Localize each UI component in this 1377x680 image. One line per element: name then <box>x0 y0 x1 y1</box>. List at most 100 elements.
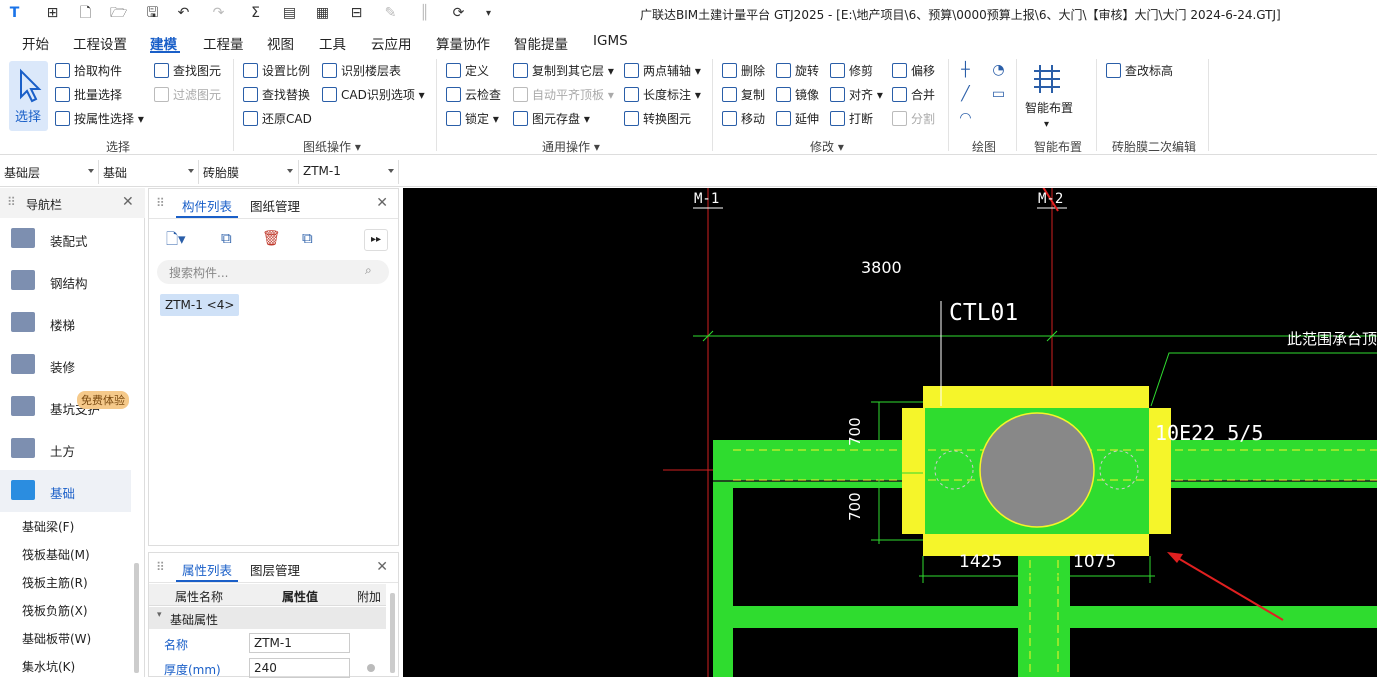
customize-caret-icon[interactable]: ▾ <box>480 5 497 22</box>
extend-button[interactable]: 延伸 <box>776 109 819 129</box>
move-button[interactable]: 移动 <box>722 109 765 129</box>
split-button[interactable]: 分割 <box>892 109 935 129</box>
arc-draw-icon[interactable]: ◠ <box>957 110 974 127</box>
redo-icon[interactable]: ↷ <box>210 5 227 22</box>
search-input[interactable]: 搜索构件... ⌕ <box>157 260 389 284</box>
nav-item-foundation[interactable]: 基础 <box>0 470 131 512</box>
close-icon[interactable]: ✕ <box>376 559 388 575</box>
grid-icon[interactable]: ▦ <box>314 5 331 22</box>
sub-item-slab-strip[interactable]: 基础板带(W) <box>22 630 91 647</box>
rotate-button[interactable]: 旋转 <box>776 61 819 81</box>
cad-recognition-options-button[interactable]: CAD识别选项 ▾ <box>322 85 425 105</box>
break-button[interactable]: 打断 <box>830 109 873 129</box>
section-row[interactable]: ▾ 基础属性 <box>149 607 386 629</box>
tab-quantities[interactable]: 工程量 <box>203 33 244 53</box>
batch-select-button[interactable]: 批量选择 <box>55 85 122 105</box>
line-draw-icon[interactable]: ╱ <box>957 86 974 103</box>
copy-to-other-floor-button[interactable]: 复制到其它层 ▾ <box>513 61 614 81</box>
nav-item-steel[interactable]: 钢结构 <box>0 260 131 302</box>
expand-icon[interactable]: ▸▸ <box>364 229 388 251</box>
pick-component-button[interactable]: 拾取构件 <box>55 61 122 81</box>
rectangle-draw-icon[interactable]: ▭ <box>990 86 1007 103</box>
tab-start[interactable]: 开始 <box>22 33 49 53</box>
new-component-icon[interactable]: 🗋▾ <box>166 229 186 254</box>
sub-item-raft-neg-rebar[interactable]: 筏板负筋(X) <box>22 602 88 619</box>
sync-icon[interactable]: ⟳ <box>450 5 467 22</box>
open-folder-icon[interactable]: 🗁 <box>110 5 127 22</box>
length-dimension-button[interactable]: 长度标注 ▾ <box>624 85 701 105</box>
tab-component-list[interactable]: 构件列表 <box>182 196 232 215</box>
cloud-check-button[interactable]: 云检查 <box>446 85 501 105</box>
extra-checkbox[interactable] <box>367 664 375 672</box>
cad-drawing-canvas[interactable]: M-1 M-2 3800 CTL01 此范围承台顶标高 10E22 5/5 70… <box>403 188 1377 677</box>
define-button[interactable]: 定义 <box>446 61 489 81</box>
tab-igms[interactable]: IGMS <box>593 33 628 49</box>
copy-icon[interactable]: ⧉ <box>302 229 313 247</box>
circle-draw-icon[interactable]: ◔ <box>990 62 1007 79</box>
new-file-icon[interactable]: 🗋 <box>77 5 94 22</box>
scrollbar[interactable] <box>134 563 139 673</box>
close-icon[interactable]: ✕ <box>376 195 388 211</box>
nav-item-stairs[interactable]: 楼梯 <box>0 302 131 344</box>
recognize-layers-button[interactable]: 识别楼层表 <box>322 61 401 81</box>
sub-item-sump[interactable]: 集水坑(K) <box>22 658 75 675</box>
tab-collaboration[interactable]: 算量协作 <box>436 33 490 53</box>
duplicate-icon[interactable]: ⧉ <box>221 229 232 247</box>
set-scale-button[interactable]: 设置比例 <box>243 61 310 81</box>
sub-item-raft-main-rebar[interactable]: 筏板主筋(R) <box>22 574 88 591</box>
tab-tools[interactable]: 工具 <box>319 33 346 53</box>
type-dropdown[interactable]: 砖胎膜 <box>203 164 239 181</box>
offset-button[interactable]: 偏移 <box>892 61 935 81</box>
tab-view[interactable]: 视图 <box>267 33 294 53</box>
nav-item-pit-support[interactable]: 基坑支护 免费体验 <box>0 386 131 428</box>
mirror-button[interactable]: 镜像 <box>776 85 819 105</box>
property-value-input[interactable]: ZTM-1 <box>249 633 350 653</box>
auto-align-top-button[interactable]: 自动平齐顶板 ▾ <box>513 85 614 105</box>
trim-button[interactable]: 修剪 <box>830 61 873 81</box>
component-dropdown[interactable]: ZTM-1 <box>303 164 341 178</box>
edit-icon[interactable]: ✎ <box>382 5 399 22</box>
edit-elevation-button[interactable]: 查改标高 <box>1106 61 1173 81</box>
nav-item-prefab[interactable]: 装配式 <box>0 218 131 260</box>
undo-icon[interactable]: ↶ <box>175 5 192 22</box>
tab-cloud[interactable]: 云应用 <box>371 33 412 53</box>
find-replace-button[interactable]: 查找替换 <box>243 85 310 105</box>
restore-cad-button[interactable]: 还原CAD <box>243 109 312 129</box>
report-icon[interactable]: ▤ <box>281 5 298 22</box>
select-by-property-button[interactable]: 按属性选择 ▾ <box>55 109 144 129</box>
nav-item-earthwork[interactable]: 土方 <box>0 428 131 470</box>
close-icon[interactable]: ✕ <box>122 194 134 210</box>
select-tool-icon[interactable]: ⊞ <box>44 5 61 22</box>
drag-handle-icon[interactable]: ⠿ <box>7 195 16 209</box>
merge-button[interactable]: 合并 <box>892 85 935 105</box>
select-button[interactable]: 选择 <box>9 61 48 131</box>
category-dropdown[interactable]: 基础 <box>103 164 127 181</box>
align-button[interactable]: 对齐 ▾ <box>830 85 883 105</box>
column-icon[interactable]: ║ <box>416 5 433 22</box>
filter-element-button[interactable]: 过滤图元 <box>154 85 221 105</box>
tab-property-list[interactable]: 属性列表 <box>182 560 232 579</box>
two-point-axis-button[interactable]: 两点辅轴 ▾ <box>624 61 701 81</box>
delete-button[interactable]: 删除 <box>722 61 765 81</box>
scrollbar[interactable] <box>390 593 395 673</box>
floor-dropdown[interactable]: 基础层 <box>4 164 40 181</box>
nav-item-decoration[interactable]: 装修 <box>0 344 131 386</box>
sum-icon[interactable]: Σ <box>247 5 264 22</box>
point-draw-icon[interactable]: ┼ <box>957 62 974 79</box>
property-value-input[interactable]: 240 <box>249 658 350 678</box>
lock-button[interactable]: 锁定 ▾ <box>446 109 499 129</box>
component-list-item[interactable]: ZTM-1 <4> <box>160 294 240 316</box>
sub-item-raft[interactable]: 筏板基础(M) <box>22 546 90 563</box>
drag-handle-icon[interactable]: ⠿ <box>156 560 165 574</box>
trash-icon[interactable]: 🗑 <box>262 229 281 247</box>
tab-modeling[interactable]: 建模 <box>150 33 177 53</box>
copy-button[interactable]: 复制 <box>722 85 765 105</box>
smart-layout-caret-icon[interactable]: ▾ <box>1044 115 1049 135</box>
tab-project-settings[interactable]: 工程设置 <box>73 33 127 53</box>
find-element-button[interactable]: 查找图元 <box>154 61 221 81</box>
table-icon[interactable]: ⊟ <box>348 5 365 22</box>
save-icon[interactable]: 🖫 <box>144 5 161 22</box>
tab-layer-management[interactable]: 图层管理 <box>250 560 300 579</box>
save-element-button[interactable]: 图元存盘 ▾ <box>513 109 590 129</box>
tab-smart-extract[interactable]: 智能提量 <box>514 33 568 53</box>
